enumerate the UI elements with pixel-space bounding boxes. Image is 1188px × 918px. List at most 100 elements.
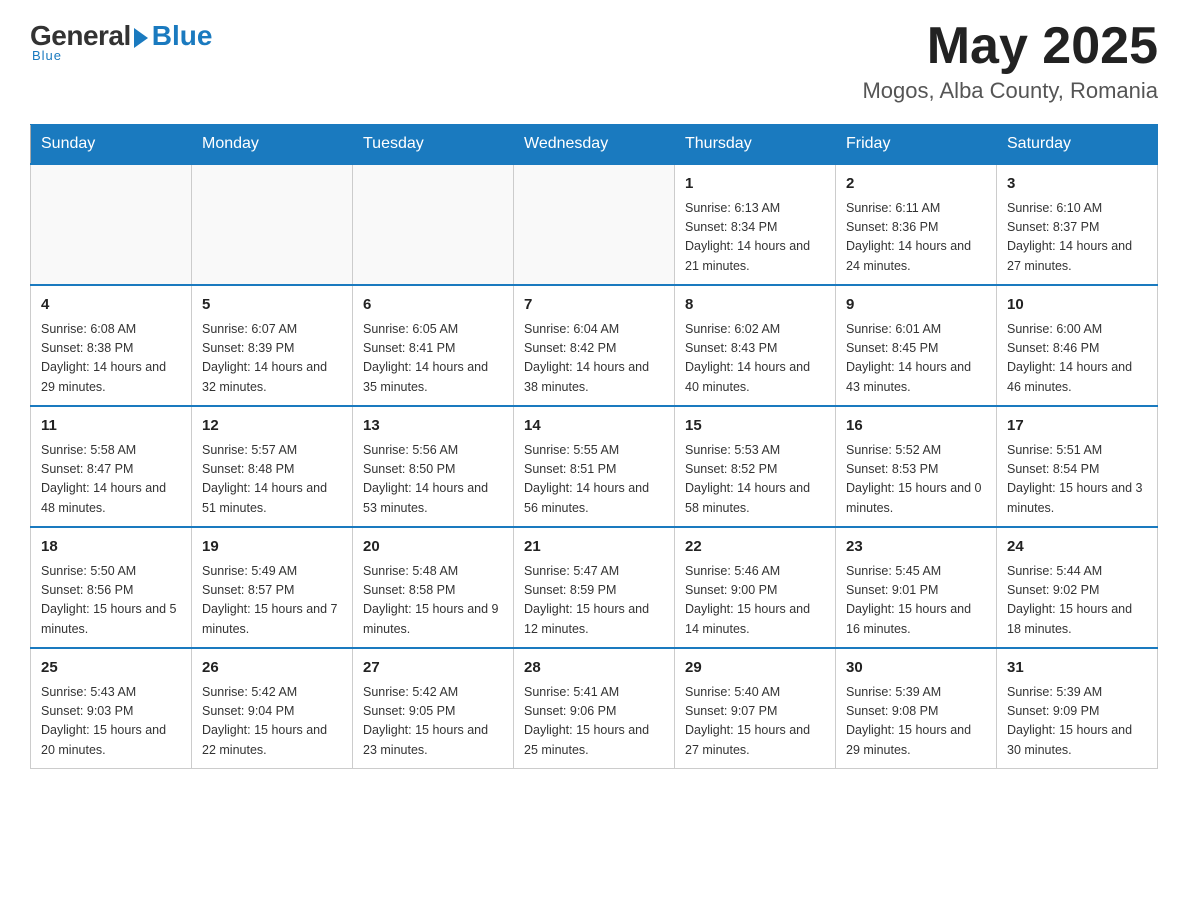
calendar-cell: 11Sunrise: 5:58 AMSunset: 8:47 PMDayligh…	[31, 406, 192, 527]
calendar-cell: 26Sunrise: 5:42 AMSunset: 9:04 PMDayligh…	[192, 648, 353, 769]
day-number: 12	[202, 415, 342, 438]
logo-blue-text: Blue	[152, 20, 213, 52]
calendar-cell: 20 Sunrise: 5:48 AMSunset: 8:58 PMDayligh…	[353, 527, 514, 648]
day-info: Sunrise: 5:57 AMSunset: 8:48 PMDaylight:…	[202, 441, 342, 519]
week-row-2: 4 Sunrise: 6:08 AMSunset: 8:38 PMDaylight…	[31, 285, 1158, 406]
day-number: 15	[685, 415, 825, 438]
calendar-header-sunday: Sunday	[31, 125, 192, 165]
day-number: 19	[202, 536, 342, 559]
day-info: Sunrise: 5:42 AMSunset: 9:05 PMDaylight:…	[363, 683, 503, 761]
day-number: 16	[846, 415, 986, 438]
day-number: 4	[41, 294, 181, 317]
day-number: 1	[685, 173, 825, 196]
day-info: Sunrise: 5:56 AMSunset: 8:50 PMDaylight:…	[363, 441, 503, 519]
day-info: Sunrise: 5:48 AMSunset: 8:58 PMDaylight:…	[363, 562, 503, 640]
calendar-cell	[192, 164, 353, 285]
day-info: Sunrise: 5:46 AMSunset: 9:00 PMDaylight:…	[685, 562, 825, 640]
location-title: Mogos, Alba County, Romania	[862, 78, 1158, 104]
calendar-cell: 3Sunrise: 6:10 AMSunset: 8:37 PMDaylight…	[997, 164, 1158, 285]
day-number: 28	[524, 657, 664, 680]
calendar-cell: 30Sunrise: 5:39 AMSunset: 9:08 PMDayligh…	[836, 648, 997, 769]
calendar-cell: 8 Sunrise: 6:02 AMSunset: 8:43 PMDaylight…	[675, 285, 836, 406]
calendar-cell: 17Sunrise: 5:51 AMSunset: 8:54 PMDayligh…	[997, 406, 1158, 527]
day-number: 22	[685, 536, 825, 559]
day-info: Sunrise: 6:04 AMSunset: 8:42 PMDaylight:…	[524, 320, 664, 398]
week-row-5: 25 Sunrise: 5:43 AMSunset: 9:03 PMDayligh…	[31, 648, 1158, 769]
calendar-cell: 5Sunrise: 6:07 AMSunset: 8:39 PMDaylight…	[192, 285, 353, 406]
day-number: 25	[41, 657, 181, 680]
day-info: Sunrise: 5:43 AMSunset: 9:03 PMDaylight:…	[41, 683, 181, 761]
calendar-cell: 1 Sunrise: 6:13 AMSunset: 8:34 PMDaylight…	[675, 164, 836, 285]
calendar-cell: 6 Sunrise: 6:05 AMSunset: 8:41 PMDaylight…	[353, 285, 514, 406]
day-number: 7	[524, 294, 664, 317]
calendar-cell: 14 Sunrise: 5:55 AMSunset: 8:51 PMDayligh…	[514, 406, 675, 527]
day-number: 23	[846, 536, 986, 559]
day-number: 31	[1007, 657, 1147, 680]
calendar-cell: 2 Sunrise: 6:11 AMSunset: 8:36 PMDaylight…	[836, 164, 997, 285]
title-section: May 2025 Mogos, Alba County, Romania	[862, 20, 1158, 104]
calendar-cell: 31 Sunrise: 5:39 AMSunset: 9:09 PMDayligh…	[997, 648, 1158, 769]
day-number: 27	[363, 657, 503, 680]
day-info: Sunrise: 5:49 AMSunset: 8:57 PMDaylight:…	[202, 562, 342, 640]
logo-arrow-icon	[134, 28, 148, 48]
day-info: Sunrise: 5:51 AMSunset: 8:54 PMDaylight:…	[1007, 441, 1147, 519]
day-number: 20	[363, 536, 503, 559]
calendar-header-saturday: Saturday	[997, 125, 1158, 165]
day-info: Sunrise: 5:39 AMSunset: 9:09 PMDaylight:…	[1007, 683, 1147, 761]
day-info: Sunrise: 6:11 AMSunset: 8:36 PMDaylight:…	[846, 199, 986, 277]
day-info: Sunrise: 5:40 AMSunset: 9:07 PMDaylight:…	[685, 683, 825, 761]
day-number: 30	[846, 657, 986, 680]
calendar-cell: 29 Sunrise: 5:40 AMSunset: 9:07 PMDayligh…	[675, 648, 836, 769]
day-number: 6	[363, 294, 503, 317]
day-info: Sunrise: 6:13 AMSunset: 8:34 PMDaylight:…	[685, 199, 825, 277]
calendar-cell	[31, 164, 192, 285]
day-info: Sunrise: 6:08 AMSunset: 8:38 PMDaylight:…	[41, 320, 181, 398]
calendar-header-tuesday: Tuesday	[353, 125, 514, 165]
day-number: 5	[202, 294, 342, 317]
day-info: Sunrise: 5:45 AMSunset: 9:01 PMDaylight:…	[846, 562, 986, 640]
day-number: 8	[685, 294, 825, 317]
day-number: 24	[1007, 536, 1147, 559]
day-number: 10	[1007, 294, 1147, 317]
day-info: Sunrise: 5:53 AMSunset: 8:52 PMDaylight:…	[685, 441, 825, 519]
calendar-cell: 12 Sunrise: 5:57 AMSunset: 8:48 PMDayligh…	[192, 406, 353, 527]
calendar-cell: 23 Sunrise: 5:45 AMSunset: 9:01 PMDayligh…	[836, 527, 997, 648]
calendar-cell: 9 Sunrise: 6:01 AMSunset: 8:45 PMDaylight…	[836, 285, 997, 406]
calendar-header-row: SundayMondayTuesdayWednesdayThursdayFrid…	[31, 125, 1158, 165]
day-number: 21	[524, 536, 664, 559]
day-info: Sunrise: 6:02 AMSunset: 8:43 PMDaylight:…	[685, 320, 825, 398]
calendar-cell: 21 Sunrise: 5:47 AMSunset: 8:59 PMDayligh…	[514, 527, 675, 648]
day-number: 18	[41, 536, 181, 559]
page-header: General Blue Blue May 2025 Mogos, Alba C…	[30, 20, 1158, 104]
calendar-cell	[514, 164, 675, 285]
calendar-header-thursday: Thursday	[675, 125, 836, 165]
calendar-cell: 25 Sunrise: 5:43 AMSunset: 9:03 PMDayligh…	[31, 648, 192, 769]
day-info: Sunrise: 6:05 AMSunset: 8:41 PMDaylight:…	[363, 320, 503, 398]
day-info: Sunrise: 5:47 AMSunset: 8:59 PMDaylight:…	[524, 562, 664, 640]
calendar-cell: 16Sunrise: 5:52 AMSunset: 8:53 PMDayligh…	[836, 406, 997, 527]
week-row-1: 1 Sunrise: 6:13 AMSunset: 8:34 PMDaylight…	[31, 164, 1158, 285]
calendar-cell: 10 Sunrise: 6:00 AMSunset: 8:46 PMDayligh…	[997, 285, 1158, 406]
calendar-cell: 28Sunrise: 5:41 AMSunset: 9:06 PMDayligh…	[514, 648, 675, 769]
week-row-4: 18 Sunrise: 5:50 AMSunset: 8:56 PMDayligh…	[31, 527, 1158, 648]
month-title: May 2025	[862, 20, 1158, 72]
day-info: Sunrise: 5:44 AMSunset: 9:02 PMDaylight:…	[1007, 562, 1147, 640]
calendar-cell: 13 Sunrise: 5:56 AMSunset: 8:50 PMDayligh…	[353, 406, 514, 527]
calendar-cell: 15 Sunrise: 5:53 AMSunset: 8:52 PMDayligh…	[675, 406, 836, 527]
day-info: Sunrise: 5:50 AMSunset: 8:56 PMDaylight:…	[41, 562, 181, 640]
day-number: 9	[846, 294, 986, 317]
calendar-cell: 18 Sunrise: 5:50 AMSunset: 8:56 PMDayligh…	[31, 527, 192, 648]
day-info: Sunrise: 5:58 AMSunset: 8:47 PMDaylight:…	[41, 441, 181, 519]
logo: General Blue Blue	[30, 20, 212, 63]
calendar-table: SundayMondayTuesdayWednesdayThursdayFrid…	[30, 124, 1158, 769]
day-info: Sunrise: 6:01 AMSunset: 8:45 PMDaylight:…	[846, 320, 986, 398]
day-number: 2	[846, 173, 986, 196]
calendar-header-wednesday: Wednesday	[514, 125, 675, 165]
day-number: 3	[1007, 173, 1147, 196]
day-number: 14	[524, 415, 664, 438]
calendar-cell: 4 Sunrise: 6:08 AMSunset: 8:38 PMDaylight…	[31, 285, 192, 406]
day-info: Sunrise: 6:00 AMSunset: 8:46 PMDaylight:…	[1007, 320, 1147, 398]
day-number: 13	[363, 415, 503, 438]
day-number: 29	[685, 657, 825, 680]
day-info: Sunrise: 5:55 AMSunset: 8:51 PMDaylight:…	[524, 441, 664, 519]
